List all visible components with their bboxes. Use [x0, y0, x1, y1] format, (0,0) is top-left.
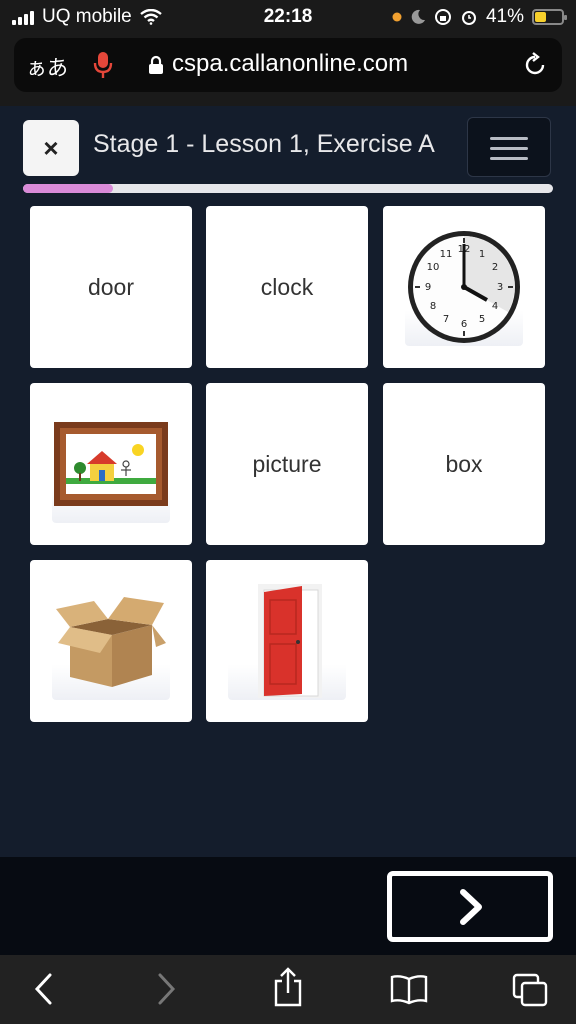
svg-text:10: 10: [427, 262, 440, 273]
svg-text:8: 8: [430, 301, 436, 312]
svg-text:5: 5: [479, 314, 485, 325]
card-door-image[interactable]: [206, 560, 368, 722]
svg-text:3: 3: [497, 282, 503, 293]
chevron-right-icon: [460, 888, 482, 925]
battery-percent: 41%: [485, 6, 524, 27]
card-word: picture: [252, 450, 322, 477]
card-clock-word[interactable]: clock: [206, 206, 368, 368]
tabs-icon[interactable]: [512, 973, 548, 1007]
next-button[interactable]: [387, 871, 553, 942]
menu-button[interactable]: [467, 117, 551, 177]
svg-text:6: 6: [461, 319, 467, 330]
svg-text:2: 2: [492, 262, 498, 273]
battery-icon: [532, 9, 567, 25]
text-size-button[interactable]: ぁあ: [26, 52, 68, 82]
progress-fill: [23, 184, 114, 193]
close-button[interactable]: ×: [23, 120, 79, 176]
lesson-title: Stage 1 - Lesson 1, Exercise A: [93, 130, 435, 158]
browser-toolbar: [0, 955, 576, 1024]
bookmarks-icon[interactable]: [389, 973, 429, 1005]
svg-text:11: 11: [440, 249, 453, 260]
cardboard-box-image: [56, 597, 166, 687]
moon-icon: [411, 9, 425, 24]
card-clock-image[interactable]: 1212 345 678 91011: [383, 206, 545, 368]
reload-icon[interactable]: [522, 51, 548, 79]
status-bar: UQ mobile 22:18 41%: [0, 0, 576, 34]
url-text[interactable]: cspa.callanonline.com: [172, 50, 408, 78]
red-door-image: [258, 584, 322, 698]
forward-icon[interactable]: [154, 971, 178, 1007]
card-word: clock: [260, 273, 314, 300]
recording-dot-icon: [392, 12, 402, 22]
browser-bar: ぁあ cspa.callanonline.com: [0, 34, 576, 106]
card-picture-image[interactable]: [30, 383, 192, 545]
address-bar[interactable]: ぁあ cspa.callanonline.com: [14, 38, 562, 92]
svg-text:9: 9: [425, 282, 431, 293]
card-picture-word[interactable]: picture: [206, 383, 368, 545]
clock-image: 1212 345 678 91011: [408, 231, 520, 343]
card-door-word[interactable]: door: [30, 206, 192, 368]
microphone-icon[interactable]: [92, 50, 114, 80]
svg-text:4: 4: [492, 301, 498, 312]
lock-icon: [149, 55, 163, 74]
card-word: door: [87, 273, 135, 300]
card-box-image[interactable]: [30, 560, 192, 722]
card-box-word[interactable]: box: [383, 383, 545, 545]
card-word: box: [445, 450, 483, 477]
svg-text:1: 1: [479, 249, 485, 260]
orientation-lock-icon: [434, 9, 451, 25]
picture-frame-image: [54, 422, 168, 506]
progress-bar: [23, 184, 553, 193]
svg-text:7: 7: [443, 314, 449, 325]
back-icon[interactable]: [32, 971, 56, 1007]
alarm-icon: [461, 11, 476, 25]
share-icon[interactable]: [272, 967, 304, 1007]
